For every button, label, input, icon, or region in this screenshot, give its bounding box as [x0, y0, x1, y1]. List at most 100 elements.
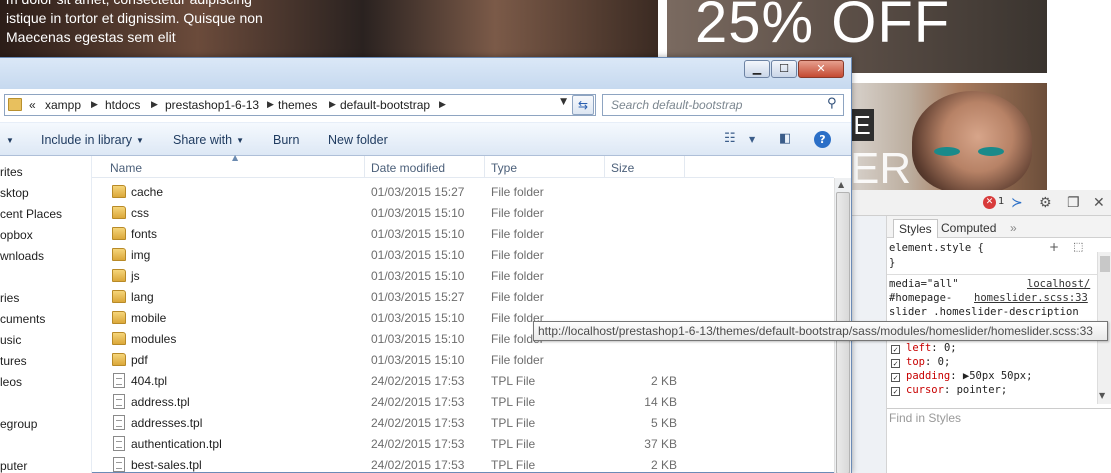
scroll-down-icon[interactable]: ▼: [1099, 388, 1105, 404]
column-divider[interactable]: [484, 156, 485, 178]
file-row[interactable]: best-sales.tpl 24/02/2015 17:53 TPL File 2 …: [92, 455, 834, 473]
nav-item[interactable]: cuments: [0, 311, 90, 327]
property-checkbox[interactable]: ✓: [891, 359, 900, 368]
new-folder-button[interactable]: New folder: [328, 132, 388, 148]
file-row[interactable]: lang 01/03/2015 15:27 File folder: [92, 287, 834, 308]
column-name[interactable]: Name: [110, 160, 142, 176]
share-with-button[interactable]: Share with ▼: [173, 132, 244, 149]
chevron-right-icon[interactable]: ▶: [91, 97, 98, 113]
column-divider[interactable]: [364, 156, 365, 178]
help-icon[interactable]: ?: [814, 131, 831, 148]
file-row[interactable]: fonts 01/03/2015 15:10 File folder: [92, 224, 834, 245]
breadcrumb-prestashop[interactable]: prestashop1-6-13: [165, 97, 259, 113]
column-type[interactable]: Type: [491, 160, 517, 176]
rule-source-host[interactable]: localhost/: [1027, 277, 1090, 291]
console-drawer-icon[interactable]: ≻: [1011, 195, 1023, 211]
property-value[interactable]: 0;: [931, 356, 951, 368]
breadcrumb-themes[interactable]: themes: [278, 97, 317, 113]
breadcrumb-xampp[interactable]: xampp: [45, 97, 81, 113]
file-row[interactable]: css 01/03/2015 15:10 File folder: [92, 203, 834, 224]
property-checkbox[interactable]: ✓: [891, 387, 900, 396]
column-divider[interactable]: [604, 156, 605, 178]
chevron-right-icon[interactable]: ▶: [151, 97, 158, 113]
search-input[interactable]: Search default-bootstrap: [602, 94, 844, 116]
find-in-styles-input[interactable]: Find in Styles: [887, 408, 1111, 426]
nav-item[interactable]: rites: [0, 164, 90, 180]
tab-styles[interactable]: Styles: [893, 219, 938, 238]
error-icon[interactable]: ✕: [983, 196, 996, 209]
file-row[interactable]: address.tpl 24/02/2015 17:53 TPL File 14 KB: [92, 392, 834, 413]
file-row[interactable]: 404.tpl 24/02/2015 17:53 TPL File 2 KB: [92, 371, 834, 392]
column-date-modified[interactable]: Date modified: [371, 160, 445, 176]
file-row[interactable]: cache 01/03/2015 15:27 File folder: [92, 182, 834, 203]
promo-banner-secondary[interactable]: E ER: [850, 83, 1047, 193]
error-count[interactable]: 1: [998, 196, 1004, 207]
file-row[interactable]: js 01/03/2015 15:10 File folder: [92, 266, 834, 287]
nav-item[interactable]: wnloads: [0, 248, 90, 264]
window-titlebar[interactable]: ▁ ☐ ✕: [0, 58, 851, 89]
add-style-icon[interactable]: +: [1049, 239, 1059, 255]
file-size: 5 KB: [650, 416, 677, 430]
minimize-button[interactable]: ▁: [744, 60, 770, 78]
column-size[interactable]: Size: [611, 160, 634, 176]
chevron-right-icon[interactable]: ▶: [439, 97, 446, 113]
property-name[interactable]: cursor: [906, 384, 944, 396]
nav-item[interactable]: usic: [0, 332, 90, 348]
property-name[interactable]: padding: [906, 370, 950, 382]
file-row[interactable]: addresses.tpl 24/02/2015 17:53 TPL File 5 K…: [92, 413, 834, 434]
css-property[interactable]: ✓ left: 0;: [891, 341, 957, 355]
property-value[interactable]: pointer;: [950, 384, 1008, 396]
breadcrumb-default-bootstrap[interactable]: default-bootstrap: [340, 97, 430, 113]
burn-button[interactable]: Burn: [273, 132, 299, 148]
scroll-up-icon[interactable]: ▲: [838, 180, 844, 189]
file-row[interactable]: pdf 01/03/2015 15:10 File folder: [92, 350, 834, 371]
nav-item[interactable]: puter: [0, 458, 90, 473]
property-name[interactable]: top: [906, 356, 925, 368]
property-value[interactable]: 0;: [938, 342, 957, 354]
nav-item[interactable]: opbox: [0, 227, 90, 243]
preview-pane-icon[interactable]: ◧: [779, 131, 791, 146]
settings-gear-icon[interactable]: ⚙: [1039, 195, 1052, 211]
search-icon[interactable]: ⚲: [827, 96, 847, 111]
file-row[interactable]: authentication.tpl 24/02/2015 17:53 TPL Fi…: [92, 434, 834, 455]
css-property[interactable]: ✓ top: 0;: [891, 355, 950, 369]
view-options-caret-icon[interactable]: ▼: [749, 135, 755, 144]
include-in-library-button[interactable]: Include in library ▼: [41, 132, 144, 149]
maximize-button[interactable]: ☐: [771, 60, 797, 78]
address-bar[interactable]: « xampp ▶ htdocs ▶ prestashop1-6-13 ▶ th…: [4, 94, 596, 116]
file-row[interactable]: img 01/03/2015 15:10 File folder: [92, 245, 834, 266]
source-url-tooltip: http://localhost/prestashop1-6-13/themes…: [533, 321, 1108, 341]
rule-source-file[interactable]: homeslider.scss:33: [974, 291, 1088, 305]
close-button[interactable]: ✕: [798, 60, 844, 78]
organize-caret-icon[interactable]: ▼: [2, 132, 14, 149]
address-dropdown-icon[interactable]: ▼: [560, 97, 567, 107]
rule-selector-line[interactable]: #homepage-: [889, 291, 952, 305]
rule-selector-line[interactable]: slider .homeslider-description: [889, 305, 1079, 319]
property-checkbox[interactable]: ✓: [891, 373, 900, 382]
chevron-right-icon[interactable]: ▶: [267, 97, 274, 113]
address-prefix[interactable]: «: [29, 97, 36, 113]
property-checkbox[interactable]: ✓: [891, 345, 900, 354]
dock-icon[interactable]: ❐: [1067, 195, 1080, 211]
css-property[interactable]: ✓ padding: ▶50px 50px;: [891, 369, 1032, 383]
tab-computed[interactable]: Computed: [936, 219, 1001, 238]
column-divider[interactable]: [684, 156, 685, 178]
styles-scrollbar-thumb[interactable]: [1100, 256, 1110, 272]
css-property[interactable]: ✓ cursor: pointer;: [891, 383, 1007, 397]
breadcrumb-htdocs[interactable]: htdocs: [105, 97, 140, 113]
nav-item[interactable]: sktop: [0, 185, 90, 201]
tabs-more-icon[interactable]: »: [1005, 219, 1022, 238]
chevron-right-icon[interactable]: ▶: [329, 97, 336, 113]
close-devtools-icon[interactable]: ✕: [1093, 195, 1105, 211]
view-options-icon[interactable]: ☷: [724, 131, 736, 146]
refresh-button[interactable]: ⇆: [572, 95, 594, 115]
property-value[interactable]: ▶50px 50px;: [957, 370, 1033, 382]
element-style-open[interactable]: element.style {: [889, 241, 984, 255]
property-name[interactable]: left: [906, 342, 931, 354]
nav-item[interactable]: cent Places: [0, 206, 90, 222]
element-state-icon[interactable]: ⬚: [1073, 239, 1083, 255]
nav-item[interactable]: leos: [0, 374, 90, 390]
nav-item[interactable]: tures: [0, 353, 90, 369]
nav-item[interactable]: egroup: [0, 416, 90, 432]
nav-item[interactable]: ries: [0, 290, 90, 306]
